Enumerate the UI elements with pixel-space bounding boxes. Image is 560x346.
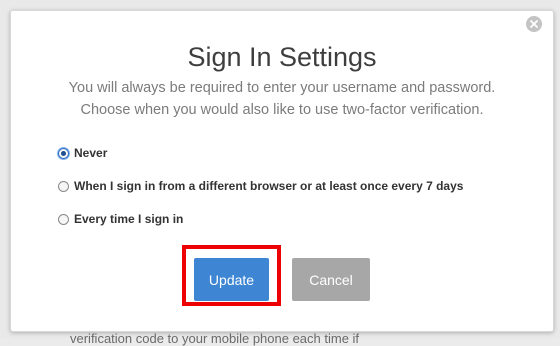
radio-different-browser[interactable] xyxy=(58,180,69,192)
option-never-label: Never xyxy=(74,146,108,160)
radio-never[interactable] xyxy=(58,147,69,159)
option-every-time[interactable]: Every time I sign in xyxy=(58,211,183,227)
dialog-description-line-2: Choose when you would also like to use t… xyxy=(80,102,484,118)
update-button[interactable]: Update xyxy=(194,258,269,301)
dialog-description-line-1: You will always be required to enter you… xyxy=(68,80,496,96)
radio-every-time[interactable] xyxy=(58,213,69,225)
option-different-browser-label: When I sign in from a different browser … xyxy=(74,179,464,193)
dialog-title: Sign In Settings xyxy=(187,42,377,72)
option-different-browser[interactable]: When I sign in from a different browser … xyxy=(58,178,463,194)
close-icon[interactable] xyxy=(526,16,542,32)
cancel-button[interactable]: Cancel xyxy=(292,258,370,301)
sign-in-settings-dialog: Sign In Settings You will always be requ… xyxy=(10,10,554,332)
option-every-time-label: Every time I sign in xyxy=(74,212,184,226)
option-never[interactable]: Never xyxy=(58,145,107,161)
